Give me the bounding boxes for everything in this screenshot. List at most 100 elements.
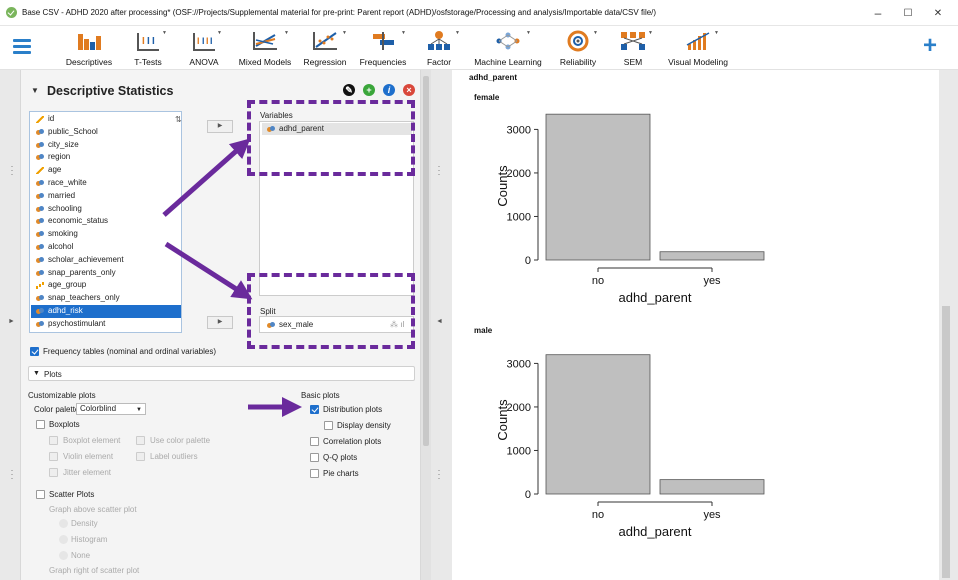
- minimize-button[interactable]: –: [863, 3, 893, 23]
- collapse-analysis-icon[interactable]: ▼: [31, 86, 39, 95]
- histogram-radio[interactable]: [59, 535, 68, 544]
- splitter-grip-icon[interactable]: · · ·: [436, 162, 442, 179]
- ribbon-sem[interactable]: ▼ SEM: [614, 26, 653, 70]
- variable-item-age[interactable]: age: [31, 164, 181, 177]
- jitter-element-checkbox[interactable]: [49, 468, 58, 477]
- label-outliers-checkbox[interactable]: [136, 452, 145, 461]
- variable-item-psychostimulant[interactable]: psychostimulant: [31, 318, 181, 331]
- machine-learning-icon: ▼: [470, 26, 546, 52]
- results-scroll-thumb[interactable]: [942, 306, 950, 578]
- annotation-box-variables: [247, 100, 415, 176]
- variable-item-race-white[interactable]: race_white: [31, 177, 181, 190]
- ribbon-toolbar: Descriptives III ▼ T-Tests IIII ▼ ANOVA …: [0, 26, 958, 70]
- collapse-panel-icon[interactable]: ◄: [436, 318, 443, 325]
- distribution-plots-checkbox[interactable]: [310, 405, 319, 414]
- variable-item-economic-status[interactable]: economic_status: [31, 215, 181, 228]
- correlation-plots-checkbox[interactable]: [310, 437, 319, 446]
- scale-variable-icon: [36, 167, 44, 175]
- nominal-variable-icon: [36, 320, 44, 328]
- visual-modeling-icon: ▼: [664, 26, 732, 52]
- main-area: · · · ► · · · ▼ Descriptive Statistics ✎ + i…: [0, 70, 958, 580]
- duplicate-icon[interactable]: +: [363, 84, 375, 96]
- qq-plots-checkbox[interactable]: [310, 453, 319, 462]
- move-to-split-button[interactable]: ▶: [207, 316, 233, 329]
- nominal-variable-icon: [36, 128, 44, 136]
- variable-item-age-group[interactable]: age_group: [31, 279, 181, 292]
- density-radio[interactable]: [59, 519, 68, 528]
- variable-item-alcohol[interactable]: alcohol: [31, 241, 181, 254]
- info-icon[interactable]: i: [383, 84, 395, 96]
- none-radio[interactable]: [59, 551, 68, 560]
- ribbon-regression[interactable]: ▼ Regression: [300, 26, 350, 70]
- use-color-palette-checkbox[interactable]: [136, 436, 145, 445]
- density-label: Density: [71, 519, 98, 528]
- ribbon-visual-modeling[interactable]: ▼ Visual Modeling: [664, 26, 732, 70]
- bar-no: [545, 113, 651, 261]
- ribbon-reliability[interactable]: ▼ Reliability: [557, 26, 599, 70]
- variable-item-region[interactable]: region: [31, 151, 181, 164]
- bar-yes: [659, 251, 765, 261]
- ribbon-anova[interactable]: IIII ▼ ANOVA: [184, 26, 224, 70]
- edit-icon[interactable]: ✎: [343, 84, 355, 96]
- violin-element-checkbox[interactable]: [49, 452, 58, 461]
- available-variables-list[interactable]: ⇅ id public_School city_size region age race_…: [29, 111, 182, 333]
- variable-item-smoking[interactable]: smoking: [31, 228, 181, 241]
- analysis-scroll-thumb[interactable]: [423, 76, 429, 446]
- variable-item-city-size[interactable]: city_size: [31, 139, 181, 152]
- close-icon[interactable]: ×: [403, 84, 415, 96]
- ribbon-frequencies[interactable]: ▼ Frequencies: [357, 26, 409, 70]
- variable-item-public-School[interactable]: public_School: [31, 126, 181, 139]
- frequency-tables-checkbox[interactable]: [30, 347, 39, 356]
- ribbon-t-tests[interactable]: III ▼ T-Tests: [126, 26, 170, 70]
- variable-item-married[interactable]: married: [31, 190, 181, 203]
- variable-item-adhd-risk[interactable]: adhd_risk: [31, 305, 181, 318]
- close-window-button[interactable]: ✕: [923, 3, 953, 23]
- variable-name: region: [48, 152, 71, 162]
- variable-item-id[interactable]: id: [31, 113, 181, 126]
- ribbon-factor[interactable]: ▼ Factor: [421, 26, 460, 70]
- results-panel: adhd_parent female 0 1000 2000 3000 Counts no…: [452, 70, 939, 580]
- maximize-button[interactable]: ☐: [893, 3, 923, 23]
- ordinal-variable-icon: [36, 282, 44, 290]
- data-panel-grip-icon-2[interactable]: · · ·: [9, 466, 15, 483]
- boxplots-checkbox[interactable]: [36, 420, 45, 429]
- analysis-title[interactable]: Descriptive Statistics: [47, 84, 173, 98]
- scatter-plots-checkbox[interactable]: [36, 490, 45, 499]
- label-outliers-label: Label outliers: [150, 452, 198, 461]
- color-palette-select[interactable]: Colorblind ▼: [76, 403, 146, 415]
- analysis-scrollbar[interactable]: [421, 70, 431, 580]
- pie-charts-checkbox[interactable]: [310, 469, 319, 478]
- sem-icon: ▼: [614, 26, 653, 52]
- variable-item-schooling[interactable]: schooling: [31, 203, 181, 216]
- display-density-checkbox[interactable]: [324, 421, 333, 430]
- move-to-variables-button[interactable]: ▶: [207, 120, 233, 133]
- variable-item-snap-parents-only[interactable]: snap_parents_only: [31, 267, 181, 280]
- expand-data-icon[interactable]: ►: [8, 318, 15, 325]
- ribbon-descriptives[interactable]: Descriptives: [62, 26, 116, 70]
- frequencies-icon: ▼: [357, 26, 409, 52]
- results-scrollbar[interactable]: [940, 70, 952, 580]
- variable-name: scholar_achievement: [48, 254, 124, 264]
- splitter-grip-icon-2[interactable]: · · ·: [436, 466, 442, 483]
- nominal-variable-icon: [36, 154, 44, 161]
- variable-item-snap-teachers-only[interactable]: snap_teachers_only: [31, 292, 181, 305]
- t-tests-icon: III ▼: [126, 26, 170, 52]
- variable-name: psychostimulant: [48, 318, 106, 328]
- display-density-label: Display density: [337, 421, 391, 430]
- nominal-variable-icon: [36, 205, 44, 213]
- nominal-variable-icon: [36, 308, 44, 315]
- scatter-plots-label: Scatter Plots: [49, 490, 95, 499]
- plots-expand-icon: ▼: [33, 370, 40, 377]
- hamburger-menu-icon[interactable]: [13, 39, 31, 55]
- variable-name: snap_parents_only: [48, 267, 116, 277]
- variable-item-scholar-achievement[interactable]: scholar_achievement: [31, 254, 181, 267]
- title-bar: Base CSV - ADHD 2020 after processing* (…: [0, 0, 958, 26]
- ribbon-mixed-models[interactable]: ▼ Mixed Models: [234, 26, 296, 70]
- plots-section-header[interactable]: ▼ Plots: [28, 366, 415, 381]
- add-module-button[interactable]: +: [923, 34, 937, 58]
- reliability-icon: ▼: [557, 26, 599, 52]
- data-panel-grip-icon[interactable]: · · ·: [9, 162, 15, 179]
- ribbon-machine-learning[interactable]: ▼ Machine Learning: [470, 26, 546, 70]
- boxplot-element-checkbox[interactable]: [49, 436, 58, 445]
- svg-text:I: I: [147, 36, 150, 47]
